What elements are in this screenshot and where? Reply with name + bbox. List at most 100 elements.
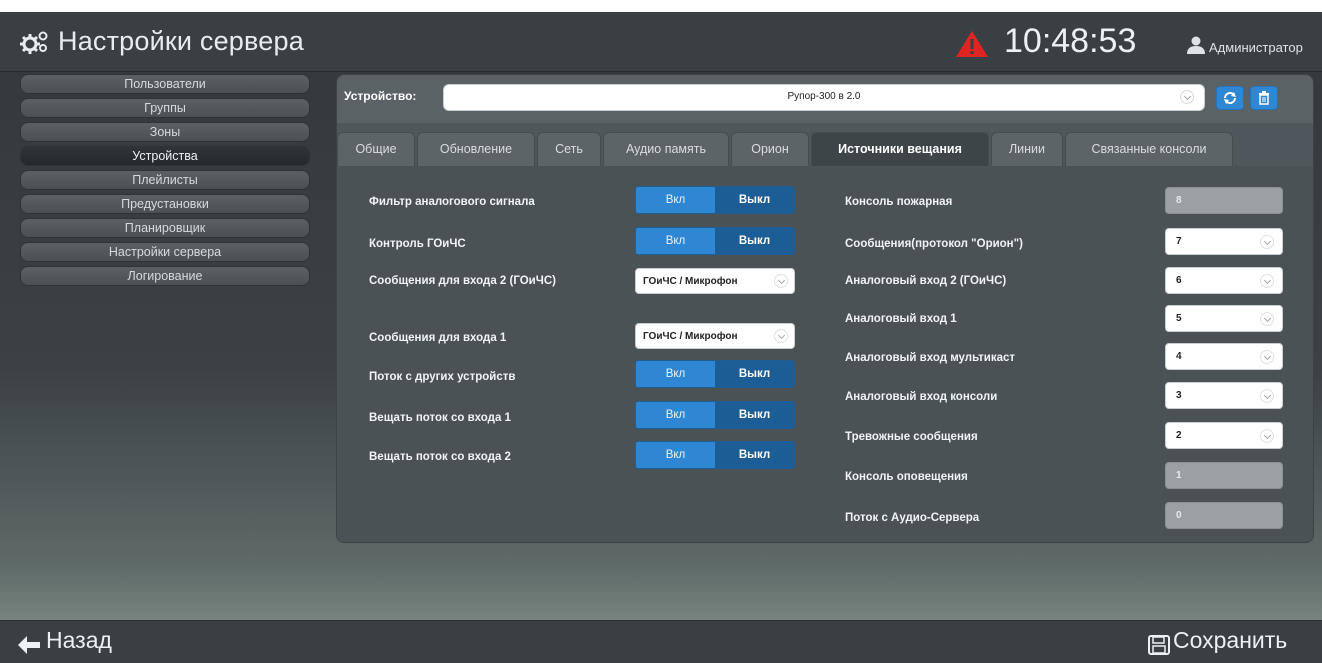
delete-button[interactable] xyxy=(1250,86,1278,110)
app-window: Настройки сервера 10:48:53 Администратор… xyxy=(0,12,1322,663)
priority-select-alarm-messages[interactable]: 2 xyxy=(1165,422,1283,449)
chevron-down-icon xyxy=(1260,350,1274,364)
chevron-down-icon xyxy=(1260,312,1274,326)
toggle-on[interactable]: Вкл xyxy=(636,442,715,468)
priority-select-notify-console: 1 xyxy=(1165,462,1283,489)
tab-linked-consoles[interactable]: Связанные консоли xyxy=(1065,132,1233,166)
priority-label: Поток с Аудио-Сервера xyxy=(845,512,980,524)
footer-bar: Назад Сохранить xyxy=(0,620,1322,663)
toggle-off[interactable]: Выкл xyxy=(715,361,794,387)
device-select-value: Рупор-300 в 2.0 xyxy=(787,91,861,102)
toggle-off[interactable]: Выкл xyxy=(715,442,794,468)
sidebar-item-presets[interactable]: Предустановки xyxy=(20,194,310,214)
input2-messages-select[interactable]: ГОиЧС / Микрофон xyxy=(635,268,795,294)
priority-label: Консоль пожарная xyxy=(845,196,953,208)
arrow-left-icon[interactable] xyxy=(18,636,40,654)
setting-label: Вещать поток со входа 1 xyxy=(369,412,511,424)
toggle-on[interactable]: Вкл xyxy=(636,361,715,387)
chevron-down-icon xyxy=(1260,389,1274,403)
priority-select-multicast[interactable]: 4 xyxy=(1165,343,1283,370)
priority-label: Аналоговый вход 2 (ГОиЧС) xyxy=(845,275,1007,287)
trash-icon xyxy=(1259,91,1269,105)
chevron-down-icon xyxy=(1260,235,1274,249)
refresh-icon xyxy=(1224,92,1236,104)
select-value: 6 xyxy=(1176,275,1182,286)
broadcast-input2-toggle[interactable]: Вкл Выкл xyxy=(635,441,795,469)
tab-general[interactable]: Общие xyxy=(337,132,415,166)
alert-icon[interactable] xyxy=(955,30,989,58)
sidebar-item-users[interactable]: Пользователи xyxy=(20,74,310,94)
page-title: Настройки сервера xyxy=(58,26,304,56)
toggle-off[interactable]: Выкл xyxy=(715,402,794,428)
toggle-on[interactable]: Вкл xyxy=(636,228,715,254)
setting-label: Поток с других устройств xyxy=(369,371,516,383)
tab-lines[interactable]: Линии xyxy=(991,132,1063,166)
chevron-down-icon xyxy=(1260,429,1274,443)
stream-other-devices-toggle[interactable]: Вкл Выкл xyxy=(635,360,795,388)
device-bar: Устройство: Рупор-300 в 2.0 xyxy=(337,75,1313,123)
user-name[interactable]: Администратор xyxy=(1209,40,1303,55)
back-button[interactable]: Назад xyxy=(46,627,112,654)
cogs-icon xyxy=(20,31,48,54)
select-value: 8 xyxy=(1176,195,1182,206)
device-panel: Устройство: Рупор-300 в 2.0 Общие Обновл… xyxy=(336,74,1314,543)
tab-network[interactable]: Сеть xyxy=(537,132,601,166)
priority-label: Аналоговый вход консоли xyxy=(845,391,998,403)
setting-label: Вещать поток со входа 2 xyxy=(369,451,511,463)
device-label: Устройство: xyxy=(344,89,417,103)
tab-audio-memory[interactable]: Аудио память xyxy=(603,132,729,166)
select-value: 1 xyxy=(1176,470,1182,481)
select-value: 7 xyxy=(1176,236,1182,247)
chevron-down-icon xyxy=(774,329,788,343)
priority-select-analog1[interactable]: 5 xyxy=(1165,305,1283,332)
priority-select-orion[interactable]: 7 xyxy=(1165,228,1283,255)
select-value: ГОиЧС / Микрофон xyxy=(643,331,738,342)
select-value: 5 xyxy=(1176,313,1182,324)
select-value: ГОиЧС / Микрофон xyxy=(643,276,738,287)
toggle-on[interactable]: Вкл xyxy=(636,402,715,428)
save-icon[interactable] xyxy=(1148,635,1170,655)
select-value: 4 xyxy=(1176,351,1182,362)
tab-broadcast-sources[interactable]: Источники вещания xyxy=(811,132,989,166)
chevron-down-icon xyxy=(1260,274,1274,288)
tab-orion[interactable]: Орион xyxy=(731,132,809,166)
priority-select-console-input[interactable]: 3 xyxy=(1165,382,1283,409)
toggle-on[interactable]: Вкл xyxy=(636,187,715,213)
sidebar-item-zones[interactable]: Зоны xyxy=(20,122,310,142)
priority-select-fire-console: 8 xyxy=(1165,187,1283,214)
sidebar-item-server-settings[interactable]: Настройки сервера xyxy=(20,242,310,262)
setting-label: Сообщения для входа 2 (ГОиЧС) xyxy=(369,275,556,287)
setting-label: Сообщения для входа 1 xyxy=(369,332,507,344)
analog-filter-toggle[interactable]: Вкл Выкл xyxy=(635,186,795,214)
refresh-button[interactable] xyxy=(1216,86,1244,110)
clock: 10:48:53 xyxy=(1004,22,1137,60)
sidebar-item-scheduler[interactable]: Планировщик xyxy=(20,218,310,238)
sidebar-menu: Пользователи Группы Зоны Устройства Плей… xyxy=(20,74,310,290)
device-select[interactable]: Рупор-300 в 2.0 xyxy=(443,84,1205,111)
toggle-off[interactable]: Выкл xyxy=(715,187,794,213)
user-icon xyxy=(1187,36,1205,54)
priority-label: Консоль оповещения xyxy=(845,471,968,483)
chevron-down-icon xyxy=(774,274,788,288)
sidebar-item-playlists[interactable]: Плейлисты xyxy=(20,170,310,190)
sidebar-item-logging[interactable]: Логирование xyxy=(20,266,310,286)
goichs-control-toggle[interactable]: Вкл Выкл xyxy=(635,227,795,255)
sidebar-item-devices[interactable]: Устройства xyxy=(20,146,310,166)
sidebar-item-groups[interactable]: Группы xyxy=(20,98,310,118)
header-bar: Настройки сервера 10:48:53 Администратор xyxy=(0,12,1322,72)
tab-bar: Общие Обновление Сеть Аудио память Орион… xyxy=(337,132,1313,166)
save-button[interactable]: Сохранить xyxy=(1173,627,1287,654)
broadcast-input1-toggle[interactable]: Вкл Выкл xyxy=(635,401,795,429)
select-value: 2 xyxy=(1176,430,1182,441)
priority-label: Аналоговый вход 1 xyxy=(845,313,957,325)
select-value: 0 xyxy=(1176,510,1182,521)
select-value: 3 xyxy=(1176,390,1182,401)
priority-select-analog2[interactable]: 6 xyxy=(1165,267,1283,294)
input1-messages-select[interactable]: ГОиЧС / Микрофон xyxy=(635,323,795,349)
priority-select-audio-server: 0 xyxy=(1165,502,1283,529)
toggle-off[interactable]: Выкл xyxy=(715,228,794,254)
setting-label: Контроль ГОиЧС xyxy=(369,238,466,250)
priority-label: Сообщения(протокол "Орион") xyxy=(845,238,1023,250)
tab-update[interactable]: Обновление xyxy=(417,132,535,166)
tab-content: Фильтр аналогового сигнала Вкл Выкл Конт… xyxy=(337,166,1313,542)
